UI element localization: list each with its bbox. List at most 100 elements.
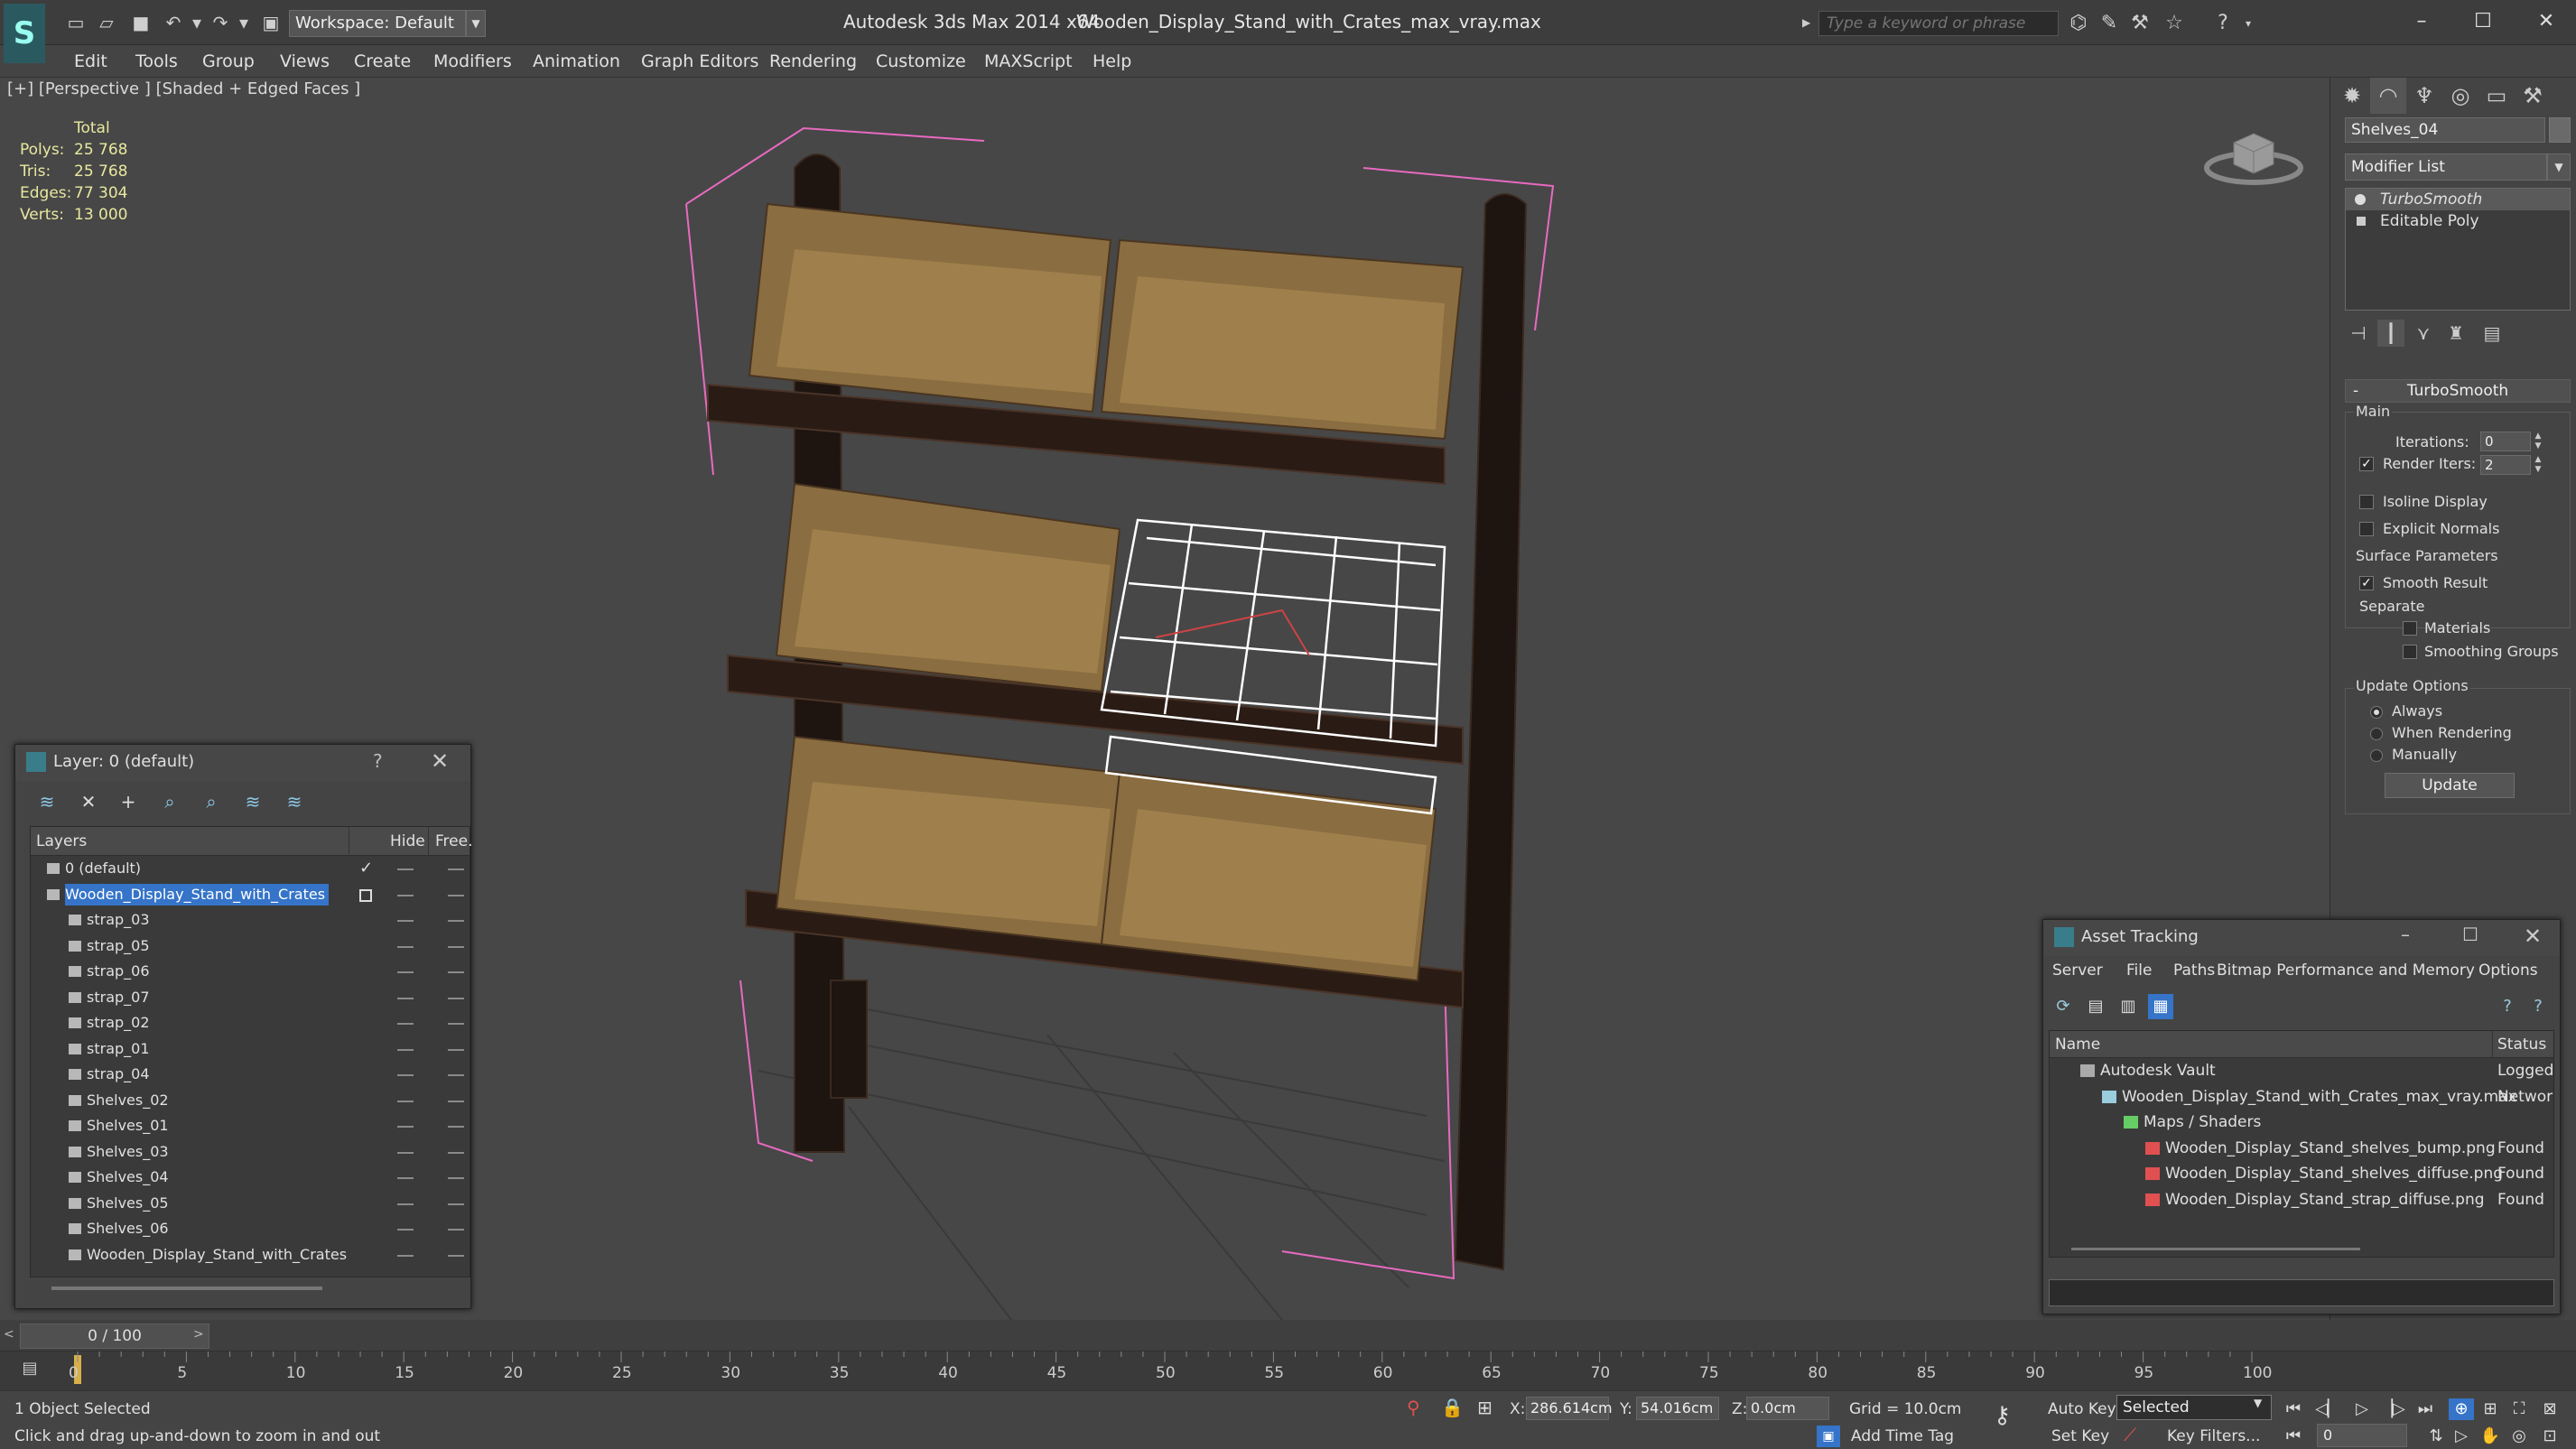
add-time-tag[interactable]: Add Time Tag [1851,1427,1954,1445]
hide-toggle[interactable] [397,1126,414,1128]
asset-row[interactable]: Maps / Shaders [2050,1110,2553,1136]
asset-row[interactable]: Wooden_Display_Stand_strap_diffuse.png Fo… [2050,1187,2553,1213]
field-of-view-icon[interactable]: ▷ [2449,1426,2474,1447]
chevron-down-icon[interactable]: ▼ [466,10,486,37]
materials-checkbox[interactable] [2403,621,2417,636]
key-filters-button[interactable]: Key Filters... [2167,1427,2260,1445]
auto-key-button[interactable]: Auto Key [2048,1400,2116,1418]
undo-icon[interactable]: ↶ [163,13,184,33]
close-icon[interactable]: ✕ [2524,924,2542,949]
maximize-viewport-icon[interactable]: ⊡ [2537,1426,2562,1447]
help-icon[interactable]: ? [2495,994,2520,1019]
zoom-extents-icon[interactable]: ⛶ [2506,1398,2532,1420]
horizontal-scrollbar[interactable] [51,1286,322,1290]
freeze-toggle[interactable] [448,1177,464,1179]
asset-menu-paths[interactable]: Paths [2173,961,2215,980]
layer-name[interactable]: Shelves_04 [87,1166,172,1188]
y-coordinate-field[interactable]: 54.016cm [1636,1397,1719,1420]
create-layer-icon[interactable]: ≋ [33,788,60,815]
layer-name[interactable]: strap_05 [87,935,153,957]
redo-icon[interactable]: ↷ [209,13,231,33]
layer-dialog-titlebar[interactable]: Layer: 0 (default) ? ✕ [15,745,470,781]
hide-toggle[interactable] [397,1100,414,1102]
always-radio[interactable] [2370,706,2383,719]
render-iters-spinner[interactable]: 2 [2480,455,2531,475]
help-icon[interactable]: ? [2210,13,2236,34]
select-objects-icon[interactable]: ⌕ [156,788,183,815]
next-frame-icon[interactable]: ▕▷ [2380,1398,2405,1420]
layer-name[interactable]: Wooden_Display_Stand_with_Crates [65,883,330,906]
go-to-end-icon[interactable]: ⏭ [2413,1398,2438,1420]
close-icon[interactable]: ✕ [2519,5,2573,38]
layer-name[interactable]: strap_06 [87,961,153,982]
new-file-icon[interactable]: ▭ [65,13,87,33]
object-color-swatch[interactable] [2549,117,2571,143]
freeze-toggle[interactable] [448,1023,464,1025]
freeze-toggle[interactable] [448,1048,464,1051]
menu-maxscript[interactable]: MAXScript [984,45,1073,78]
layer-row[interactable]: 0 (default) ✓ [31,856,470,882]
smooth-result-checkbox[interactable]: ✓ [2359,576,2374,590]
context-help-icon[interactable]: ? [2525,994,2551,1019]
layer-row[interactable]: Shelves_03 [31,1139,470,1166]
freeze-toggle[interactable] [448,1203,464,1205]
hide-all-layers-icon[interactable]: ≋ [239,788,266,815]
freeze-toggle[interactable] [448,894,464,896]
favorites-star-icon[interactable]: ☆ [2162,13,2187,34]
hide-toggle[interactable] [397,1074,414,1076]
freeze-toggle[interactable] [448,1100,464,1102]
menu-edit[interactable]: Edit [74,45,107,78]
add-to-layer-icon[interactable]: + [115,788,142,815]
set-key-icon[interactable]: ⟋ [2124,1424,2136,1445]
layer-name[interactable]: Shelves_02 [87,1090,172,1111]
asset-row[interactable]: Wooden_Display_Stand_shelves_bump.png Fou… [2050,1136,2553,1162]
layer-name[interactable]: Shelves_01 [87,1115,172,1137]
hide-toggle[interactable] [397,997,414,999]
menu-graph-editors[interactable]: Graph Editors [641,45,758,78]
set-key-button[interactable]: Set Key [2051,1427,2109,1445]
zoom-icon[interactable]: ⊕ [2449,1398,2474,1420]
zoom-extents-all-icon[interactable]: ⊠ [2537,1398,2562,1420]
col-freeze[interactable]: Free. [435,832,472,850]
col-status[interactable]: Status [2497,1036,2546,1054]
menu-rendering[interactable]: Rendering [769,45,857,78]
hide-toggle[interactable] [397,1203,414,1205]
isolate-selection-icon[interactable]: ⚲ [1407,1397,1420,1418]
absolute-mode-icon[interactable]: ⊞ [1477,1397,1493,1418]
prev-frame-icon[interactable]: < [4,1327,14,1342]
help-dropdown-icon[interactable]: ▾ [2236,13,2261,34]
hide-toggle[interactable] [397,945,414,948]
maximize-icon[interactable]: ☐ [2456,5,2510,38]
hide-toggle[interactable] [397,1229,414,1231]
redo-dropdown-icon[interactable]: ▾ [233,13,255,33]
list-view-icon[interactable]: ▤ [2083,994,2108,1019]
horizontal-scrollbar[interactable] [2071,1248,2360,1250]
hide-toggle[interactable] [397,1254,414,1257]
go-to-end-small-icon[interactable]: ⏮ [2281,1426,2306,1447]
current-layer-check-icon[interactable]: ✓ [359,856,373,881]
show-end-result-icon[interactable]: ┃ [2377,320,2404,347]
track-bar[interactable]: ▤ 0 5 10 15 20 25 30 35 40 45 50 55 60 65 70 75 80 85 90 95… [0,1351,2576,1390]
open-file-icon[interactable]: ▱ [96,13,117,33]
light-bulb-icon[interactable] [2355,194,2366,205]
freeze-toggle[interactable] [448,1254,464,1257]
configure-sets-icon[interactable]: ▤ [2478,320,2506,347]
hierarchy-tab-icon[interactable]: ♆ [2406,78,2442,114]
workspace-dropdown[interactable]: Workspace: Default [289,10,466,37]
asset-dialog-titlebar[interactable]: Asset Tracking – ☐ ✕ [2043,920,2560,956]
turbosmooth-rollout[interactable]: - TurboSmooth [2345,379,2571,403]
remove-modifier-icon[interactable]: ♜ [2442,320,2469,347]
layer-row[interactable]: Shelves_01 [31,1113,470,1139]
current-frame-field[interactable]: 0 [2317,1424,2407,1447]
freeze-all-layers-icon[interactable]: ≋ [281,788,308,815]
menu-help[interactable]: Help [1093,45,1131,78]
col-hide[interactable]: Hide [390,832,425,850]
layer-name[interactable]: Shelves_03 [87,1141,172,1163]
modifier-list-dropdown[interactable]: Modifier List [2345,153,2547,181]
layer-row[interactable]: strap_06 [31,959,470,985]
display-tab-icon[interactable]: ▭ [2478,78,2515,114]
undo-dropdown-icon[interactable]: ▾ [186,13,208,33]
render-iters-checkbox[interactable]: ✓ [2359,457,2374,471]
motion-tab-icon[interactable]: ◎ [2442,78,2478,114]
next-frame-icon[interactable]: > [193,1327,204,1342]
